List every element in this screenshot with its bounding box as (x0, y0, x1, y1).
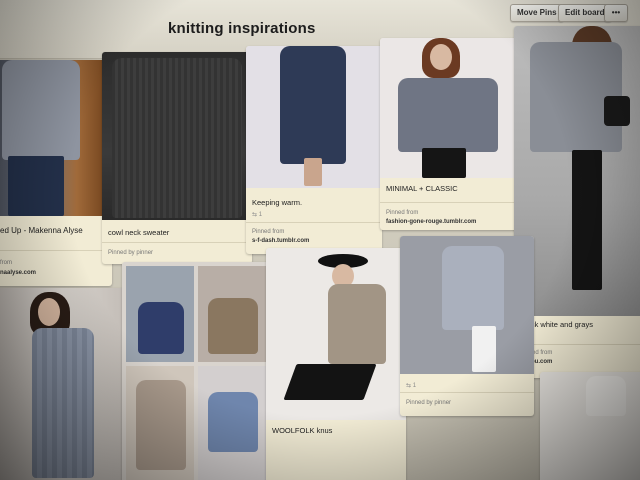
pin-divider (400, 392, 534, 393)
pin-image[interactable] (0, 288, 128, 480)
pin-card[interactable]: cowl neck sweater Pinned by pinner (102, 52, 252, 264)
pin-card[interactable] (540, 372, 640, 480)
pin-caption: MINIMAL + CLASSIC (386, 184, 458, 193)
pin-card[interactable]: MINIMAL + CLASSIC Pinned from fashion-go… (380, 38, 518, 230)
pin-caption: Keeping warm. (252, 198, 303, 207)
pin-card[interactable] (122, 262, 270, 480)
grey-sweater-figure (398, 78, 498, 152)
pin-attribution: Pinned by pinner (108, 250, 154, 256)
black-leggings-figure (572, 150, 602, 290)
navy-sweater-figure (138, 302, 184, 354)
pin-card[interactable]: Keeping warm. ⇆ 1 Pinned from s-f-dash.t… (246, 46, 382, 254)
olive-sweater-figure (208, 298, 258, 354)
blue-wrap-figure (208, 392, 258, 452)
pin-source-link[interactable]: naalyse.com (0, 270, 36, 276)
more-options-button[interactable]: ••• (604, 4, 628, 22)
pin-divider (0, 250, 112, 251)
pin-image[interactable] (246, 46, 382, 188)
pin-image[interactable] (266, 248, 406, 420)
pin-card[interactable]: WOOLFOLK knus (266, 248, 406, 480)
pinterest-board-screen: knitting inspirations Move Pins Edit boa… (0, 0, 640, 480)
white-pants-figure (472, 326, 496, 372)
move-pins-button[interactable]: Move Pins (510, 4, 564, 22)
pin-source-label: Pinned from (252, 229, 285, 235)
pin-source-link[interactable]: fashion-gone-rouge.tumblr.com (386, 219, 476, 225)
legs-figure (304, 158, 322, 186)
face-figure (38, 298, 60, 326)
pin-card[interactable]: ed Up - Makenna Alyse from naalyse.com (0, 60, 112, 286)
pin-source-label: Pinned from (386, 210, 419, 216)
pin-divider (246, 222, 382, 223)
pin-source-label: from (0, 260, 12, 266)
pin-image[interactable] (122, 262, 270, 480)
pin-image[interactable] (102, 52, 252, 220)
pin-image[interactable] (400, 236, 534, 374)
pin-card[interactable] (0, 288, 128, 480)
pin-attribution: Pinned by pinner (406, 400, 452, 406)
handbag-figure (604, 96, 630, 126)
pin-image[interactable] (540, 372, 640, 480)
face-figure (430, 44, 452, 70)
pin-caption: cowl neck sweater (108, 228, 170, 237)
board-title: knitting inspirations (168, 20, 316, 37)
tan-poncho-figure (136, 380, 186, 470)
grey-sweater-figure (442, 246, 504, 330)
pin-image[interactable] (380, 38, 518, 178)
pin-divider (102, 242, 252, 243)
pin-divider (380, 202, 518, 203)
black-pants-figure (283, 364, 377, 400)
repin-count: ⇆ 1 (252, 212, 263, 218)
pin-image[interactable] (0, 60, 112, 216)
pin-card[interactable]: ⇆ 1 Pinned by pinner (400, 236, 534, 416)
cable-cardigan-figure (32, 328, 94, 478)
sweater-figure (586, 376, 626, 416)
pin-caption: ed Up - Makenna Alyse (0, 226, 83, 235)
dark-sweater-figure (112, 58, 242, 218)
pin-source-link[interactable]: s-f-dash.tumblr.com (252, 238, 309, 244)
black-pants-figure (422, 148, 466, 178)
beige-knit-figure (328, 284, 386, 364)
pin-caption: WOOLFOLK knus (272, 426, 333, 435)
repin-count: ⇆ 1 (406, 383, 417, 389)
navy-sweater-figure (280, 46, 346, 164)
jeans-figure (8, 156, 64, 216)
sweater-figure (2, 60, 80, 160)
